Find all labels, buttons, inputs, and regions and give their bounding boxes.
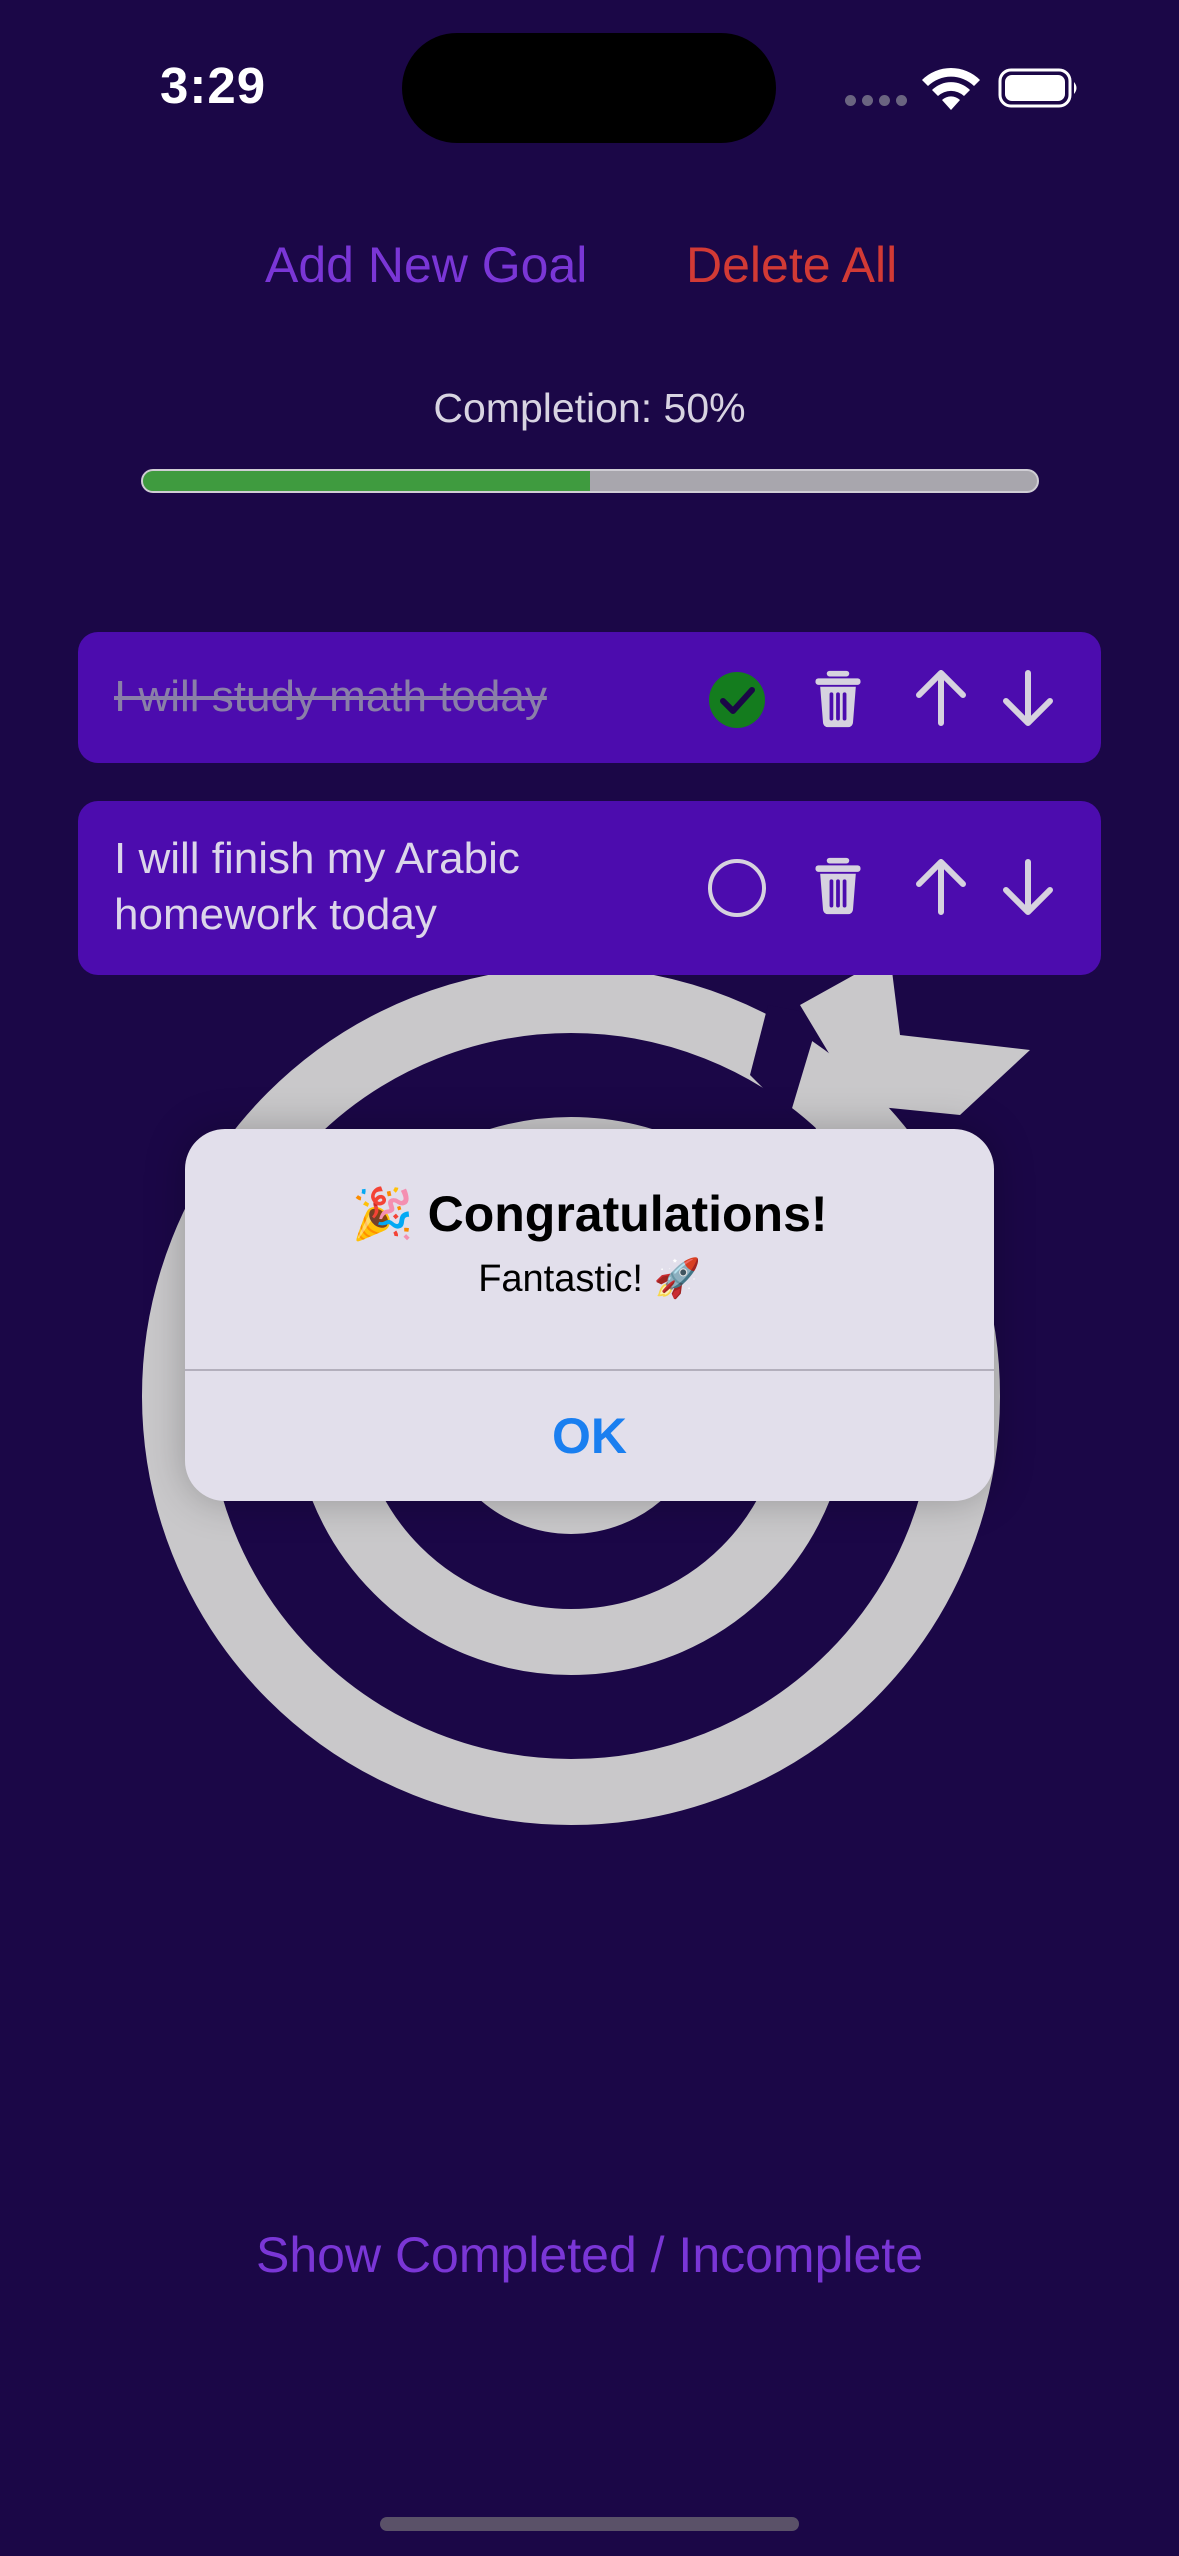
goal-row[interactable]: I will study math today (78, 632, 1101, 763)
trash-icon[interactable] (808, 855, 868, 915)
congratulations-alert: 🎉 Congratulations! Fantastic! 🚀 OK (185, 1129, 994, 1501)
wifi-icon (922, 67, 980, 110)
goal-row[interactable]: I will finish my Arabic homework today (78, 801, 1101, 975)
arrow-down-icon[interactable] (998, 669, 1058, 729)
checkmark-circle-icon[interactable] (707, 670, 767, 730)
completion-label: Completion: 50% (433, 385, 746, 431)
alert-message: Fantastic! 🚀 (478, 1258, 701, 1300)
trash-icon[interactable] (808, 668, 868, 728)
alert-title: 🎉 Congratulations! (351, 1186, 828, 1242)
completion-progress-bar (141, 469, 1039, 493)
show-completed-incomplete-button[interactable]: Show Completed / Incomplete (0, 2225, 1179, 2285)
arrow-up-icon[interactable] (911, 856, 971, 916)
circle-icon[interactable] (707, 858, 767, 918)
add-new-goal-button[interactable]: Add New Goal (265, 236, 587, 294)
battery-icon (998, 68, 1077, 108)
goal-text: I will study math today (114, 672, 547, 721)
app-screen: 3:29 Add New Goal Delete All Completion:… (0, 0, 1179, 2556)
cellular-signal-icon (845, 95, 907, 106)
status-time: 3:29 (160, 57, 267, 114)
home-indicator[interactable] (380, 2517, 799, 2531)
arrow-up-icon[interactable] (911, 667, 971, 727)
alert-ok-button[interactable]: OK (185, 1371, 994, 1501)
dynamic-island (402, 33, 776, 143)
goal-text: I will finish my Arabic homework today (114, 834, 520, 939)
completion-progress-fill (143, 471, 590, 491)
delete-all-button[interactable]: Delete All (686, 236, 897, 294)
arrow-down-icon[interactable] (998, 858, 1058, 918)
